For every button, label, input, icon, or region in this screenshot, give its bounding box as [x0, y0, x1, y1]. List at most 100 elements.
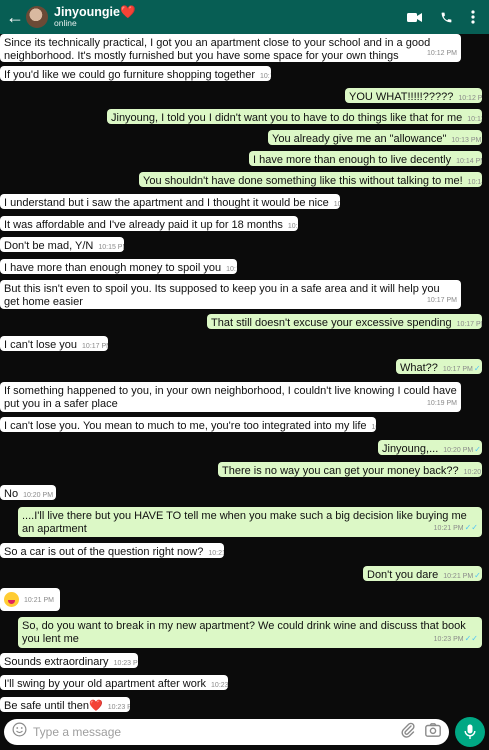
- message-timestamp: 10:17 PM: [456, 321, 482, 328]
- outgoing-message[interactable]: You already give me an "allowance" 10:13 …: [268, 130, 482, 145]
- message-timestamp: 10:19 PM: [427, 399, 457, 407]
- message-placeholder: Type a message: [33, 725, 122, 739]
- outgoing-message[interactable]: I have more than enough to live decently…: [249, 151, 482, 166]
- message-timestamp: 10:23 PM: [433, 635, 464, 643]
- message-meta: 10:13 PM✓✓: [467, 116, 482, 123]
- message-text: That still doesn't excuse your excessive…: [211, 317, 452, 329]
- incoming-message[interactable]: Be safe until then❤️ 10:23 PM: [0, 697, 130, 712]
- outgoing-message[interactable]: So, do you want to break in my new apart…: [18, 617, 482, 648]
- outgoing-message[interactable]: There is no way you can get your money b…: [218, 462, 482, 477]
- message-timestamp: 10:12 PM: [458, 95, 482, 102]
- incoming-message[interactable]: I have more than enough money to spoil y…: [0, 259, 237, 274]
- message-timestamp: 10:14 PM: [456, 158, 482, 165]
- outgoing-message[interactable]: Jinyoung,... 10:20 PM✓✓: [378, 440, 482, 455]
- incoming-message[interactable]: I understand but i saw the apartment and…: [0, 194, 340, 209]
- message-text: There is no way you can get your money b…: [222, 465, 459, 477]
- message-list[interactable]: Since its technically practical, I got y…: [0, 34, 489, 714]
- outgoing-message[interactable]: What?? 10:17 PM✓✓: [396, 359, 482, 374]
- message-meta: 10:21 PM: [24, 597, 54, 604]
- camera-icon[interactable]: [425, 722, 441, 742]
- message-text: ....I'll live there but you HAVE TO tell…: [22, 510, 467, 535]
- composer-bar: Type a message: [0, 714, 489, 750]
- message-meta: 10:20 PM: [372, 424, 376, 431]
- message-timestamp: 10:15 PM: [98, 244, 124, 251]
- message-meta: 10:12 PM: [427, 48, 457, 61]
- incoming-message[interactable]: Since its technically practical, I got y…: [0, 34, 461, 62]
- microphone-icon[interactable]: [455, 717, 485, 747]
- incoming-message[interactable]: So a car is out of the question right no…: [0, 543, 224, 558]
- double-check-icon: ✓✓: [473, 364, 482, 373]
- message-timestamp: 10:15 PM: [226, 266, 237, 273]
- message-text: I can't lose you: [4, 339, 78, 351]
- paperclip-icon[interactable]: [401, 722, 415, 743]
- message-meta: 10:23 PM: [211, 682, 228, 689]
- incoming-message[interactable]: Sounds extraordinary 10:23 PM: [0, 653, 138, 668]
- incoming-message[interactable]: Don't be mad, Y/N 10:15 PM: [0, 237, 124, 252]
- contact-status: online: [54, 18, 77, 29]
- message-meta: 10:23 PM✓✓: [434, 633, 478, 647]
- message-meta: 10:17 PM: [82, 343, 108, 350]
- message-meta: 10:21 PM✓✓: [434, 522, 478, 536]
- message-meta: 10:14 PM✓✓: [456, 158, 482, 165]
- incoming-message[interactable]: It was affordable and I've already paid …: [0, 216, 298, 231]
- message-text: Don't be mad, Y/N: [4, 240, 94, 252]
- more-vert-icon[interactable]: [471, 10, 475, 24]
- message-meta: 10:12 PM✓✓: [458, 95, 482, 102]
- message-meta: 10:21 PM✓✓: [443, 571, 482, 580]
- incoming-message[interactable]: If you'd like we could go furniture shop…: [0, 66, 271, 81]
- message-timestamp: 10:17 PM: [427, 296, 457, 304]
- message-meta: 10:15 PM: [98, 244, 124, 251]
- message-timestamp: 10:23 PM: [113, 660, 138, 667]
- message-meta: 10:12 PM: [260, 73, 271, 80]
- emoji-icon[interactable]: [12, 722, 27, 742]
- message-timestamp: 10:14 PM: [467, 179, 482, 186]
- incoming-message[interactable]: No 10:20 PM: [0, 485, 56, 500]
- outgoing-message[interactable]: That still doesn't excuse your excessive…: [207, 314, 482, 329]
- message-text: What??: [400, 362, 438, 374]
- message-meta: 10:14 PM✓✓: [468, 179, 482, 186]
- outgoing-message[interactable]: Jinyoung, I told you I didn't want you t…: [107, 109, 482, 124]
- incoming-message[interactable]: I can't lose you. You mean to much to me…: [0, 417, 376, 432]
- message-meta: 10:23 PM: [114, 660, 138, 667]
- message-text: I understand but i saw the apartment and…: [4, 197, 329, 209]
- arrow-left-icon[interactable]: ←: [6, 8, 24, 26]
- message-timestamp: 10:15 PM: [287, 223, 298, 230]
- message-timestamp: 10:20 PM: [23, 492, 54, 499]
- message-timestamp: 10:12 PM: [259, 73, 271, 80]
- message-meta: 10:20 PM✓✓: [464, 469, 482, 476]
- double-check-icon: ✓✓: [464, 522, 478, 532]
- message-meta: 10:15 PM: [288, 223, 298, 230]
- outgoing-message[interactable]: YOU WHAT!!!!!????? 10:12 PM✓✓: [345, 88, 482, 103]
- contact-info[interactable]: Jinyoungie❤️ online: [54, 5, 136, 29]
- message-timestamp: 10:13 PM: [451, 137, 482, 144]
- outgoing-message[interactable]: You shouldn't have done something like t…: [139, 172, 482, 187]
- incoming-message[interactable]: I can't lose you 10:17 PM: [0, 336, 108, 351]
- incoming-message[interactable]: But this isn't even to spoil you. Its su…: [0, 280, 461, 309]
- video-camera-icon[interactable]: [407, 12, 422, 23]
- message-text: So, do you want to break in my new apart…: [22, 620, 466, 645]
- message-text: If you'd like we could go furniture shop…: [4, 69, 255, 81]
- message-text: It was affordable and I've already paid …: [4, 219, 283, 231]
- double-check-icon: ✓✓: [474, 445, 482, 454]
- message-meta: 10:21 PM: [208, 550, 224, 557]
- message-meta: 10:17 PM✓✓: [442, 364, 482, 373]
- message-meta: 10:15 PM: [334, 201, 340, 208]
- message-timestamp: 10:17 PM: [82, 343, 108, 350]
- message-text: Since its technically practical, I got y…: [4, 37, 431, 62]
- message-meta: 10:15 PM: [226, 266, 237, 273]
- incoming-message[interactable]: If something happened to you, in your ow…: [0, 382, 461, 412]
- message-meta: 10:17 PM✓✓: [457, 321, 482, 328]
- incoming-message[interactable]: 😜 10:21 PM: [0, 588, 60, 611]
- message-text: Be safe until then❤️: [4, 700, 103, 712]
- avatar[interactable]: [26, 6, 48, 28]
- message-input[interactable]: Type a message: [4, 719, 449, 745]
- outgoing-message[interactable]: ....I'll live there but you HAVE TO tell…: [18, 507, 482, 537]
- chat-header: ← Jinyoungie❤️ online: [0, 0, 489, 34]
- message-timestamp: 10:17 PM: [442, 366, 473, 373]
- outgoing-message[interactable]: Don't you dare 10:21 PM✓✓: [363, 566, 482, 581]
- message-text: But this isn't even to spoil you. Its su…: [4, 283, 440, 308]
- message-timestamp: 10:13 PM: [467, 116, 482, 123]
- incoming-message[interactable]: I'll swing by your old apartment after w…: [0, 675, 228, 690]
- message-meta: 10:19 PM: [427, 398, 457, 411]
- phone-icon[interactable]: [440, 11, 453, 24]
